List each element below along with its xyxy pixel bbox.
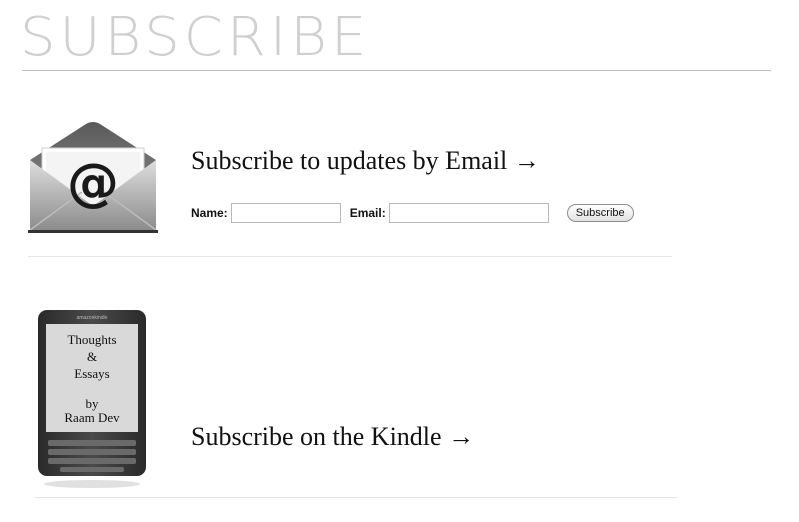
title-divider bbox=[22, 70, 771, 71]
kindle-screen-line: by bbox=[86, 396, 100, 411]
email-field[interactable] bbox=[388, 203, 549, 223]
email-subscribe-form: Name: Email: Subscribe bbox=[191, 201, 634, 225]
email-subscribe-link[interactable]: Subscribe to updates by Email → bbox=[191, 146, 540, 176]
kindle-device-icon: amazonkindle Thoughts & Essays by Raam D… bbox=[38, 310, 146, 488]
name-label: Name: bbox=[191, 206, 228, 220]
kindle-brand: amazonkindle bbox=[77, 315, 108, 321]
kindle-screen-line: Essays bbox=[74, 366, 109, 381]
envelope-at-icon: @ bbox=[28, 122, 158, 233]
name-field[interactable] bbox=[230, 203, 341, 223]
kindle-screen-line: Thoughts bbox=[67, 332, 116, 347]
section-divider bbox=[28, 256, 672, 257]
kindle-screen-line: & bbox=[87, 349, 97, 364]
kindle-subscribe-link[interactable]: Subscribe on the Kindle → bbox=[191, 422, 474, 452]
email-label: Email: bbox=[349, 206, 386, 220]
page-title: SUBSCRIBE bbox=[20, 6, 371, 69]
kindle-screen-line: Raam Dev bbox=[64, 410, 120, 425]
svg-text:@: @ bbox=[67, 153, 119, 213]
section-divider bbox=[34, 497, 678, 498]
subscribe-button[interactable]: Subscribe bbox=[566, 204, 634, 222]
